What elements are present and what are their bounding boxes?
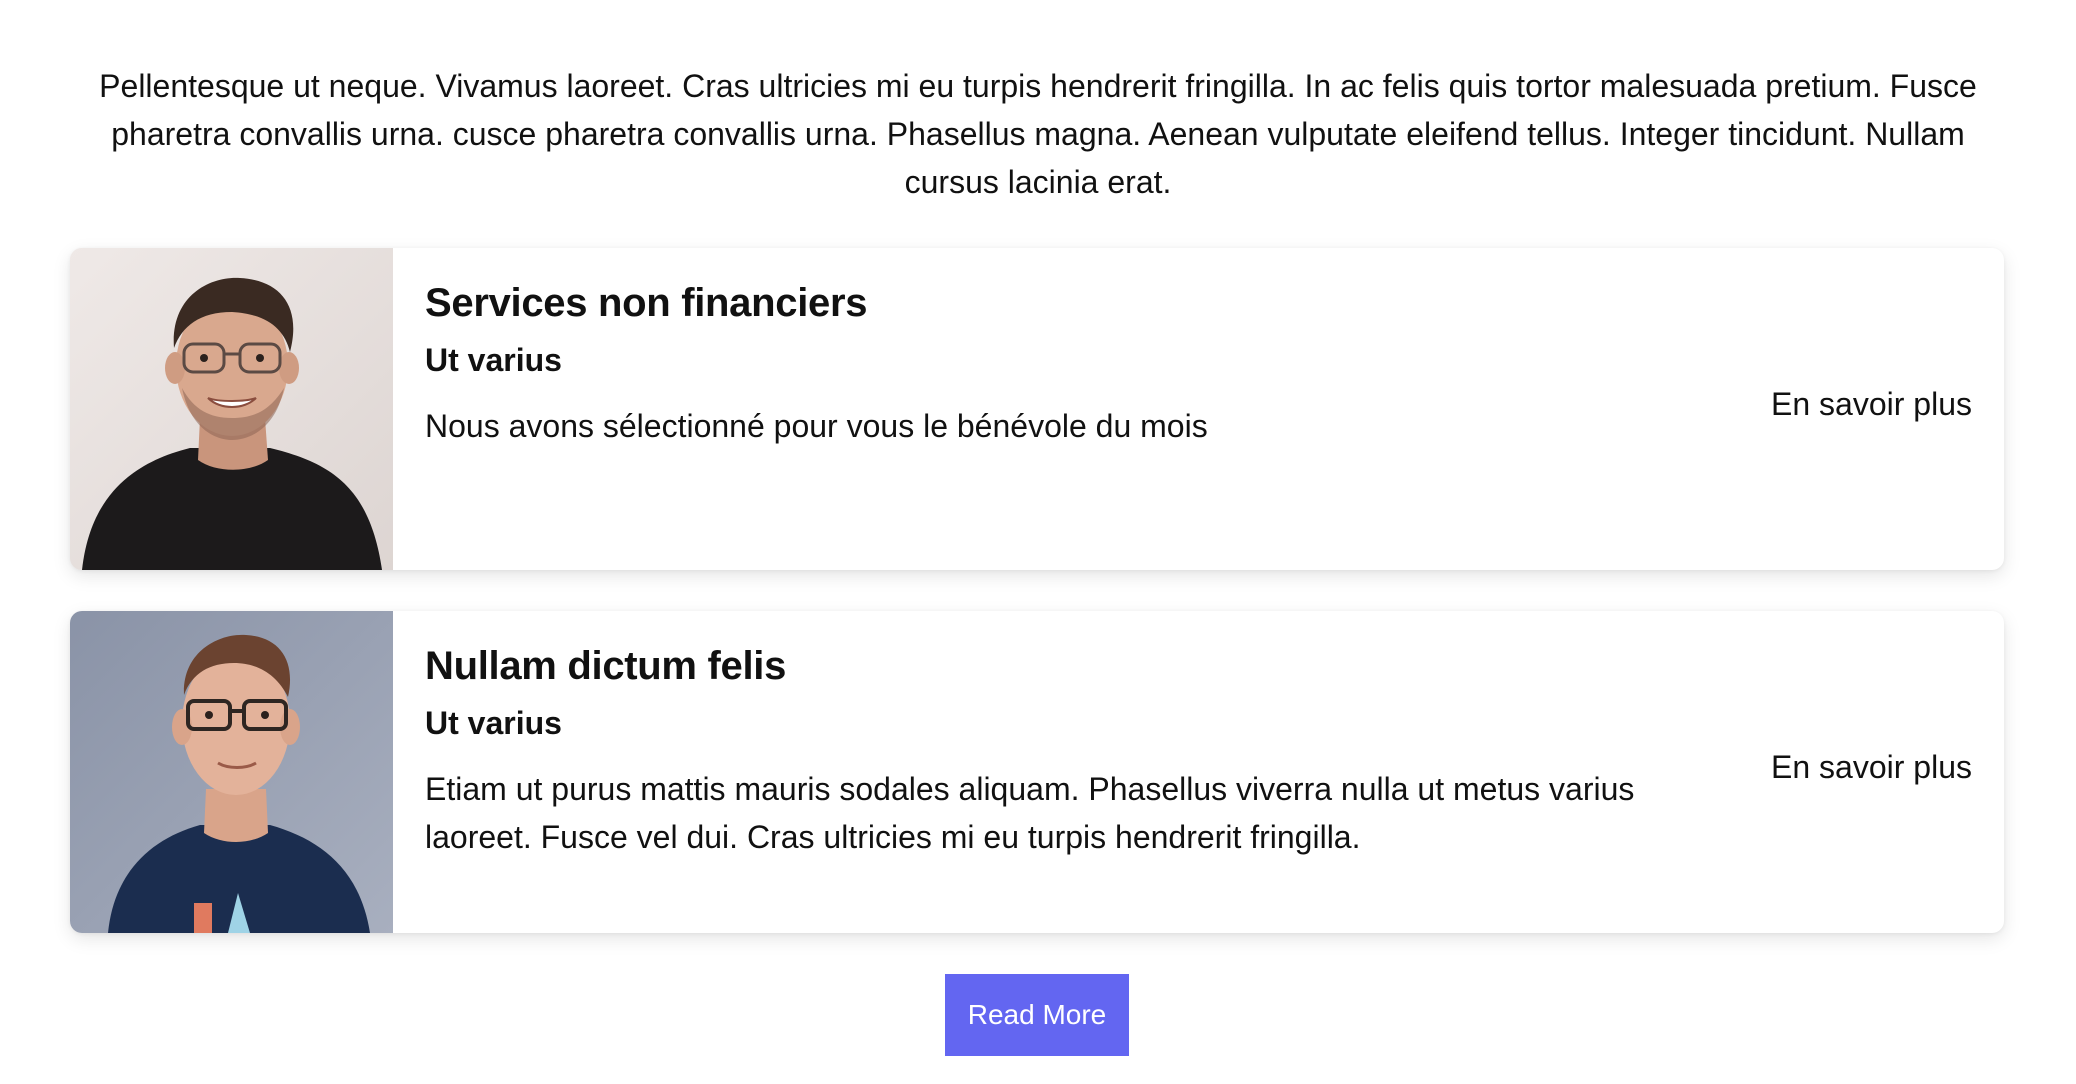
learn-more-link[interactable]: En savoir plus xyxy=(1771,747,1972,787)
portrait-photo xyxy=(70,611,393,933)
portrait-photo xyxy=(70,248,393,570)
card-title: Nullam dictum felis xyxy=(425,644,787,688)
team-card: Nullam dictum felis Ut varius Etiam ut p… xyxy=(70,611,2004,933)
card-title: Services non financiers xyxy=(425,281,868,325)
learn-more-link[interactable]: En savoir plus xyxy=(1771,384,1972,424)
page: Pellentesque ut neque. Vivamus laoreet. … xyxy=(0,0,2076,1084)
team-card: Services non financiers Ut varius Nous a… xyxy=(70,248,2004,570)
card-content: Services non financiers Ut varius Nous a… xyxy=(425,278,1705,450)
read-more-button[interactable]: Read More xyxy=(945,974,1129,1056)
intro-paragraph: Pellentesque ut neque. Vivamus laoreet. … xyxy=(99,68,1977,200)
card-description: Nous avons sélectionné pour vous le béné… xyxy=(425,408,1208,444)
card-subtitle: Ut varius xyxy=(425,342,562,378)
card-subtitle: Ut varius xyxy=(425,705,562,741)
card-content: Nullam dictum felis Ut varius Etiam ut p… xyxy=(425,641,1705,861)
card-description: Etiam ut purus mattis mauris sodales ali… xyxy=(425,771,1635,855)
